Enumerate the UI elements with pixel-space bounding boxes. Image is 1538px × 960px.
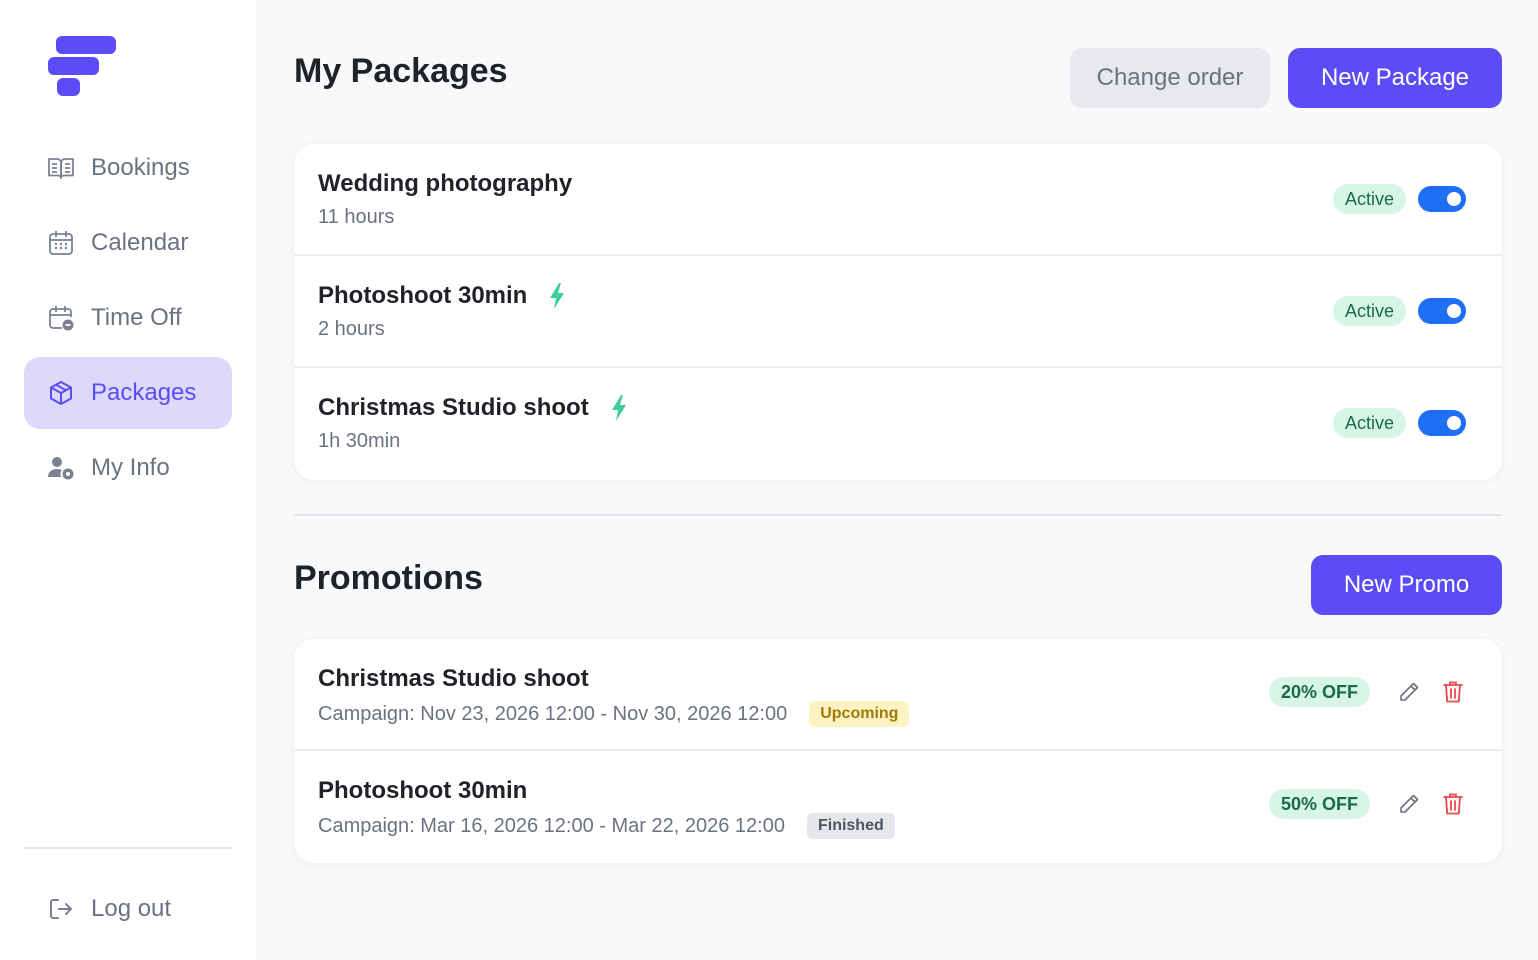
- status-badge: Active: [1332, 296, 1406, 326]
- promotions-list: Christmas Studio shoot Campaign: Nov 23,…: [294, 639, 1502, 863]
- change-order-button[interactable]: Change order: [1070, 48, 1270, 108]
- trash-icon: [1443, 681, 1463, 703]
- package-row[interactable]: Photoshoot 30min 2 hours Active: [294, 256, 1502, 368]
- status-badge: Upcoming: [809, 701, 910, 727]
- new-promo-button[interactable]: New Promo: [1311, 555, 1502, 615]
- sidebar-item-label: Packages: [91, 379, 197, 406]
- packages-list: Wedding photography 11 hours Active Phot…: [294, 144, 1502, 480]
- promo-campaign: Campaign: Nov 23, 2026 12:00 - Nov 30, 2…: [318, 701, 910, 727]
- calendar-icon: [47, 229, 75, 257]
- promo-row[interactable]: Photoshoot 30min Campaign: Mar 16, 2026 …: [294, 751, 1502, 863]
- package-toggle[interactable]: [1418, 298, 1466, 324]
- packages-title: My Packages: [294, 52, 508, 90]
- package-duration: 1h 30min: [318, 430, 401, 452]
- package-duration: 11 hours: [318, 206, 395, 228]
- user-settings-icon: [47, 454, 75, 482]
- app-logo[interactable]: [48, 36, 116, 96]
- package-duration: 2 hours: [318, 318, 385, 340]
- logout-button[interactable]: Log out: [24, 873, 232, 945]
- sidebar-item-time-off[interactable]: Time Off: [24, 282, 232, 354]
- sidebar-item-label: Calendar: [91, 229, 189, 256]
- trash-icon: [1443, 793, 1463, 815]
- status-badge: Active: [1332, 408, 1406, 438]
- logout-label: Log out: [91, 895, 172, 922]
- package-toggle[interactable]: [1418, 186, 1466, 212]
- pencil-icon: [1400, 682, 1419, 701]
- package-name: Wedding photography: [318, 170, 573, 197]
- logout-icon: [47, 895, 75, 923]
- delete-button[interactable]: [1440, 791, 1466, 817]
- sidebar-item-bookings[interactable]: Bookings: [24, 132, 232, 204]
- package-name: Christmas Studio shoot: [318, 394, 629, 422]
- discount-badge: 50% OFF: [1268, 789, 1370, 819]
- sidebar-nav: Bookings Calendar Time Off Packages My I…: [24, 132, 232, 507]
- promotions-title: Promotions: [294, 559, 483, 597]
- package-icon: [47, 379, 75, 407]
- package-name: Photoshoot 30min: [318, 282, 567, 310]
- package-toggle[interactable]: [1418, 410, 1466, 436]
- sidebar-item-label: Time Off: [91, 304, 182, 331]
- new-package-button[interactable]: New Package: [1288, 48, 1502, 108]
- promo-campaign: Campaign: Mar 16, 2026 12:00 - Mar 22, 2…: [318, 813, 895, 839]
- status-badge: Active: [1332, 184, 1406, 214]
- sidebar-item-label: My Info: [91, 454, 170, 481]
- time-off-icon: [47, 304, 75, 332]
- edit-button[interactable]: [1396, 791, 1422, 817]
- promo-name: Christmas Studio shoot: [318, 665, 589, 692]
- status-badge: Finished: [806, 813, 895, 839]
- lightning-icon: [609, 395, 629, 421]
- promo-name: Photoshoot 30min: [318, 777, 528, 804]
- sidebar-item-calendar[interactable]: Calendar: [24, 207, 232, 279]
- sidebar-item-label: Bookings: [91, 154, 190, 181]
- promo-row[interactable]: Christmas Studio shoot Campaign: Nov 23,…: [294, 639, 1502, 751]
- edit-button[interactable]: [1396, 679, 1422, 705]
- package-row[interactable]: Wedding photography 11 hours Active: [294, 144, 1502, 256]
- sidebar-item-my-info[interactable]: My Info: [24, 432, 232, 504]
- sidebar-divider: [24, 847, 232, 849]
- book-icon: [47, 154, 75, 182]
- sidebar: Bookings Calendar Time Off Packages My I…: [0, 0, 256, 960]
- delete-button[interactable]: [1440, 679, 1466, 705]
- package-row[interactable]: Christmas Studio shoot 1h 30min Active: [294, 368, 1502, 480]
- lightning-icon: [547, 283, 567, 309]
- section-divider: [294, 514, 1502, 516]
- pencil-icon: [1400, 794, 1419, 813]
- sidebar-item-packages[interactable]: Packages: [24, 357, 232, 429]
- discount-badge: 20% OFF: [1268, 677, 1370, 707]
